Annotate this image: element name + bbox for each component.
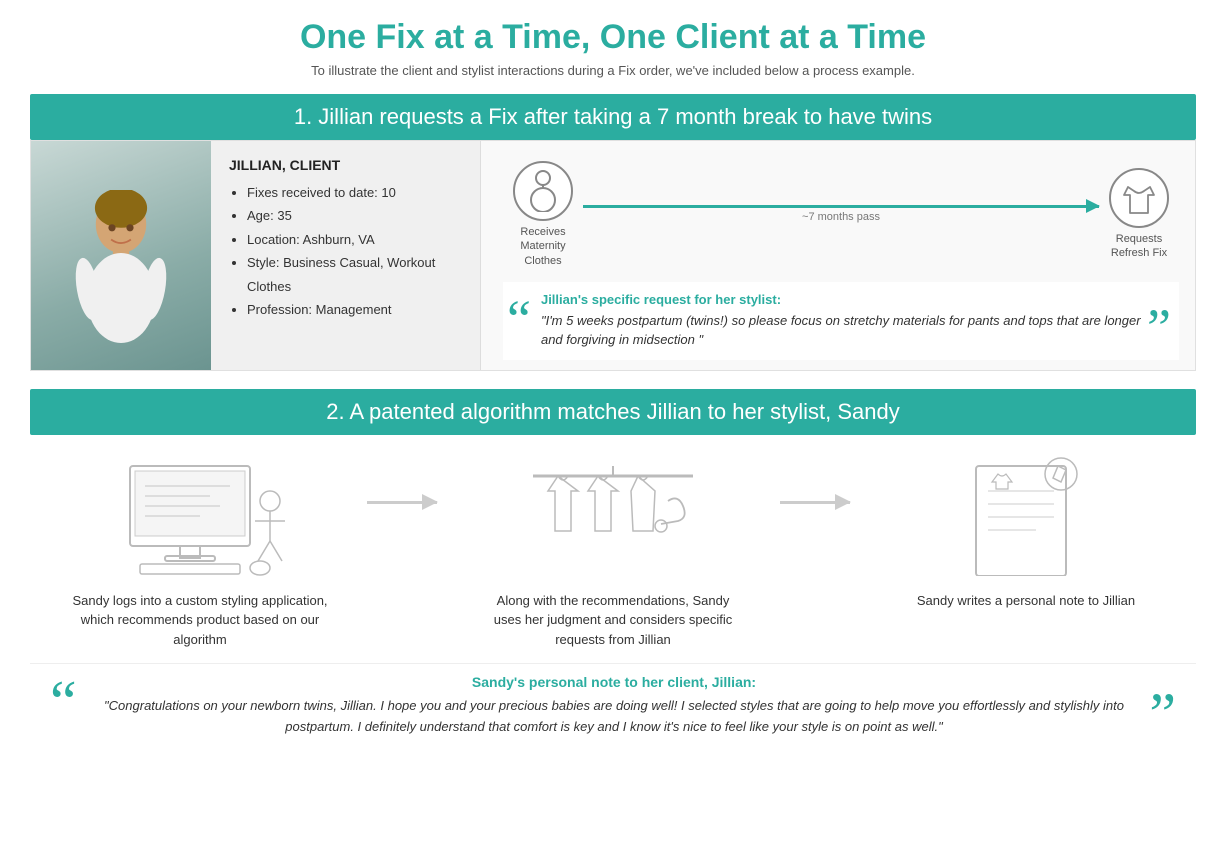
client-info: JILLIAN, CLIENT Fixes received to date: …	[211, 141, 481, 370]
process-arrow-2	[780, 451, 860, 504]
timeline-label-2: Requests Refresh Fix	[1099, 232, 1179, 261]
arrow-line-1	[583, 205, 1099, 208]
section2-content: Sandy logs into a custom styling applica…	[30, 435, 1196, 650]
client-photo	[31, 141, 211, 370]
quote-mark-right: ”	[1147, 307, 1171, 350]
process-arrow-line-1	[367, 501, 437, 504]
main-title: One Fix at a Time, One Client at a Time	[30, 18, 1196, 57]
timeline-step-2: Requests Refresh Fix	[1099, 168, 1179, 261]
client-detail-item: Style: Business Casual, Workout Clothes	[247, 251, 462, 298]
client-detail-item: Profession: Management	[247, 298, 462, 321]
process-caption-1: Sandy logs into a custom styling applica…	[70, 591, 330, 650]
jillian-quote-block: “ Jillian's specific request for her sty…	[503, 282, 1179, 360]
process-step-3: Sandy writes a personal note to Jillian	[876, 451, 1176, 611]
subtitle: To illustrate the client and stylist int…	[30, 63, 1196, 78]
process-caption-2: Along with the recommendations, Sandy us…	[483, 591, 743, 650]
sandy-quote-mark-left: “	[50, 678, 77, 726]
timeline-label-1: Receives Maternity Clothes	[503, 225, 583, 268]
section1-right: Receives Maternity Clothes ~7 months pas…	[481, 141, 1195, 370]
sandy-quote-mark-right: ”	[1149, 690, 1176, 738]
client-name: JILLIAN, CLIENT	[229, 157, 462, 173]
client-detail-item: Location: Ashburn, VA	[247, 228, 462, 251]
process-arrow-1	[367, 451, 447, 504]
process-step-1: Sandy logs into a custom styling applica…	[50, 451, 350, 650]
sandy-quote-section: “ Sandy's personal note to her client, J…	[30, 663, 1196, 752]
quote-text-block: Jillian's specific request for her styli…	[541, 292, 1141, 350]
timeline-circle-2	[1109, 168, 1169, 228]
quote-text: "I'm 5 weeks postpartum (twins!) so plea…	[541, 311, 1141, 350]
sandy-quote-text: "Congratulations on your newborn twins, …	[87, 696, 1142, 738]
process-icon-1	[90, 451, 310, 581]
process-arrow-line-2	[780, 501, 850, 504]
client-details-list: Fixes received to date: 10 Age: 35 Locat…	[229, 181, 462, 321]
page-container: One Fix at a Time, One Client at a Time …	[0, 0, 1226, 772]
client-detail-item: Fixes received to date: 10	[247, 181, 462, 204]
quote-mark-left: “	[507, 298, 531, 341]
sandy-quote-author: Sandy's personal note to her client, Jil…	[87, 674, 1142, 690]
sandy-quote-inner: Sandy's personal note to her client, Jil…	[87, 674, 1142, 738]
timeline-arrow-1: ~7 months pass	[583, 205, 1099, 223]
quote-author: Jillian's specific request for her styli…	[541, 292, 1141, 307]
arrow-label-1: ~7 months pass	[802, 211, 880, 223]
section2-header: 2. A patented algorithm matches Jillian …	[30, 389, 1196, 435]
process-caption-3: Sandy writes a personal note to Jillian	[917, 591, 1135, 611]
section1-content: JILLIAN, CLIENT Fixes received to date: …	[30, 140, 1196, 371]
process-steps: Sandy logs into a custom styling applica…	[50, 451, 1176, 650]
timeline-circle-1	[513, 161, 573, 221]
timeline-row: Receives Maternity Clothes ~7 months pas…	[503, 161, 1179, 268]
process-step-2: Along with the recommendations, Sandy us…	[463, 451, 763, 650]
process-icon-3	[916, 451, 1136, 581]
timeline-step-1: Receives Maternity Clothes	[503, 161, 583, 268]
process-icon-2	[503, 451, 723, 581]
section1-header: 1. Jillian requests a Fix after taking a…	[30, 94, 1196, 140]
client-detail-item: Age: 35	[247, 204, 462, 227]
